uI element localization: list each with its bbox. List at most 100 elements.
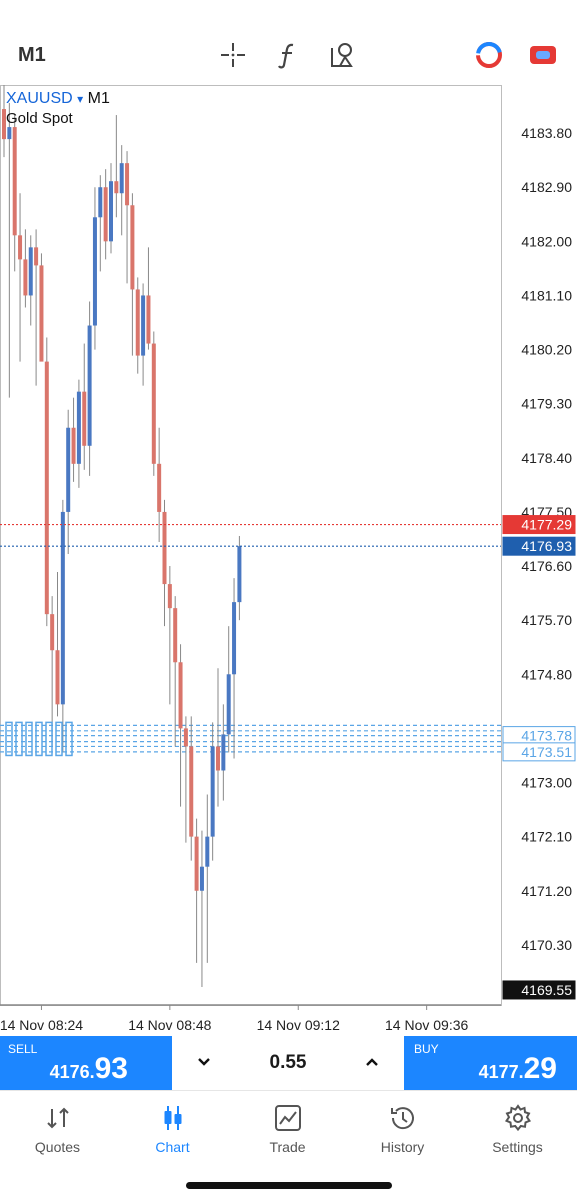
lot-size-control: 0.55: [172, 1036, 404, 1090]
nav-trade[interactable]: Trade: [230, 1091, 345, 1171]
candle-body: [135, 289, 140, 356]
nav-label: Chart: [155, 1139, 190, 1155]
y-tick-label: 4182.00: [521, 233, 572, 249]
buy-label: BUY: [414, 1042, 439, 1056]
sell-label: SELL: [8, 1042, 38, 1056]
candle-body: [98, 187, 103, 218]
y-tick-label: 4170.30: [521, 937, 572, 953]
settings-icon: [504, 1104, 531, 1132]
y-tick-label: 4180.20: [521, 342, 572, 358]
ask-price-label: 4177.29: [521, 517, 572, 533]
quotes-icon: [46, 1107, 69, 1129]
buy-price: 4177.29: [478, 1052, 557, 1085]
bottom-navigation: Quotes Chart Trade History Settings: [0, 1090, 577, 1171]
one-click-trading-panel: SELL 4176.93 0.55 BUY 4177.29: [0, 1036, 577, 1090]
trade-icon: [274, 1105, 301, 1131]
order-price-label: 4173.78: [521, 728, 572, 744]
candle-body: [44, 361, 49, 615]
y-tick-label: 4182.90: [521, 179, 572, 195]
home-indicator: [186, 1182, 392, 1189]
candle-body: [92, 217, 97, 326]
chevron-up-icon: [366, 1058, 378, 1066]
price-chart[interactable]: 4183.80 4182.90 4182.00 4181.10 4180.20 4179.…: [0, 85, 577, 1035]
candle-body: [146, 295, 151, 344]
candle-body: [232, 602, 237, 675]
x-tick-label: 14 Nov 08:48: [128, 1017, 211, 1033]
symbol-header: XAUUSD ▾ M1: [6, 90, 110, 108]
y-tick-label: 4181.10: [521, 287, 572, 303]
candle-body: [39, 265, 44, 362]
symbol-timeframe: M1: [87, 90, 110, 107]
x-tick-label: 14 Nov 09:36: [385, 1017, 468, 1033]
candle-body: [119, 163, 124, 194]
timeframe-button[interactable]: M1: [18, 44, 46, 67]
candle-body: [183, 728, 188, 747]
candle-body: [82, 391, 87, 446]
candle-body: [109, 181, 113, 242]
candle-body: [199, 866, 204, 891]
y-tick-label: 4174.80: [521, 666, 572, 682]
candle-body: [237, 546, 242, 603]
candle-body: [114, 181, 119, 194]
bid-price-label: 4176.93: [521, 538, 572, 554]
candle-body: [205, 836, 210, 867]
nav-label: Quotes: [34, 1139, 81, 1155]
candle-body: [55, 650, 60, 705]
candle-body: [157, 463, 162, 512]
symbol-name[interactable]: XAUUSD: [6, 90, 73, 107]
candle-body: [221, 734, 226, 771]
candle-body: [162, 511, 167, 585]
candle-body: [76, 391, 81, 464]
lot-increase-button[interactable]: [360, 1050, 384, 1074]
y-tick-label: 4178.40: [521, 450, 572, 466]
order-price-label: 4173.51: [521, 744, 572, 760]
sell-button[interactable]: SELL 4176.93: [0, 1036, 172, 1090]
candle-body: [71, 427, 76, 464]
nav-label: Settings: [492, 1139, 543, 1155]
candle-body: [87, 325, 92, 446]
nav-history[interactable]: History: [345, 1091, 460, 1171]
y-tick-label: 4179.30: [521, 396, 572, 412]
candle-body: [216, 746, 220, 771]
low-price-label: 4169.55: [521, 982, 572, 998]
nav-quotes[interactable]: Quotes: [0, 1091, 115, 1171]
symbol-dropdown-icon[interactable]: ▾: [77, 92, 83, 106]
x-tick-label: 14 Nov 08:24: [0, 1017, 83, 1033]
nav-settings[interactable]: Settings: [460, 1091, 575, 1171]
plot-frame: [0, 85, 502, 1006]
candle-body: [34, 247, 39, 266]
candle-body: [12, 127, 17, 236]
candle-body: [167, 584, 172, 609]
y-tick-label: 4172.10: [521, 829, 572, 845]
candle-body: [178, 662, 183, 729]
candle-body: [18, 235, 23, 260]
nav-label: History: [380, 1139, 425, 1155]
candle-body: [125, 163, 130, 206]
candle-body: [210, 746, 215, 837]
indicators-icon[interactable]: [271, 38, 305, 72]
sell-price: 4176.93: [49, 1052, 128, 1085]
crosshair-icon[interactable]: [216, 38, 250, 72]
chart-toolbar: M1: [0, 0, 577, 85]
y-tick-label: 4173.00: [521, 775, 572, 791]
candle-body: [189, 746, 194, 837]
y-tick-label: 4183.80: [521, 125, 572, 141]
candle-body: [173, 608, 178, 663]
objects-icon[interactable]: [326, 38, 360, 72]
candle-body: [7, 127, 12, 140]
candle-body: [103, 187, 108, 242]
symbol-description: Gold Spot: [6, 110, 73, 127]
buy-button[interactable]: BUY 4177.29: [404, 1036, 577, 1090]
history-icon: [390, 1107, 414, 1130]
candle-body: [194, 836, 199, 891]
account-icon[interactable]: [526, 38, 560, 72]
candle-body: [66, 427, 71, 512]
candle-body: [151, 343, 156, 464]
candle-body: [141, 295, 146, 356]
candle-body: [60, 511, 65, 705]
candle-body: [226, 674, 231, 735]
x-tick-label: 14 Nov 09:12: [257, 1017, 340, 1033]
nav-chart[interactable]: Chart: [115, 1091, 230, 1171]
candle-body: [130, 205, 135, 290]
trade-toggle-icon[interactable]: [472, 38, 506, 72]
